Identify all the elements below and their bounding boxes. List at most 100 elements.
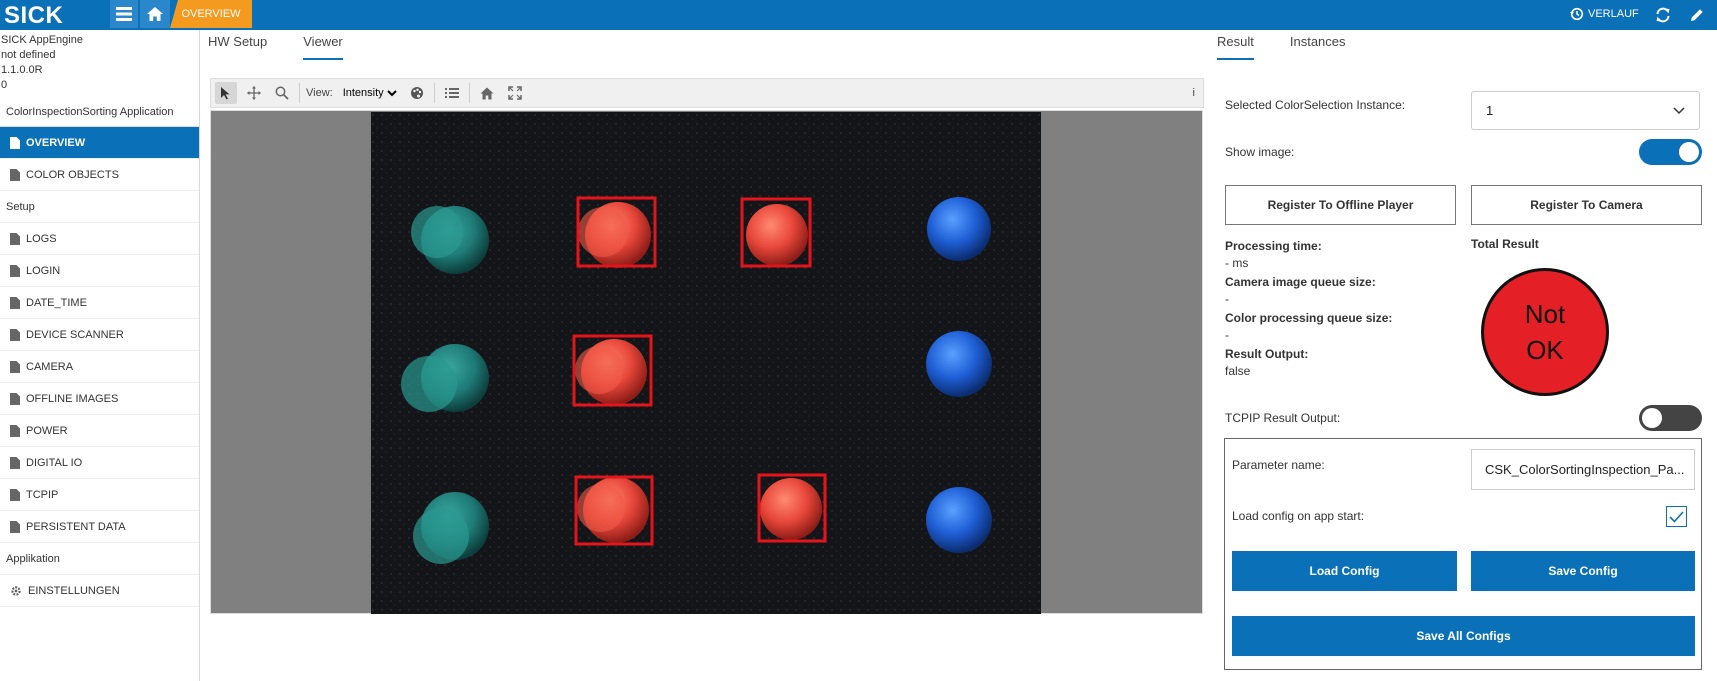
- total-result-label: Total Result: [1471, 237, 1539, 251]
- history-button[interactable]: VERLAUF: [1570, 7, 1639, 21]
- load-on-start-checkbox[interactable]: [1666, 506, 1687, 527]
- menu-button[interactable]: [110, 0, 138, 28]
- sidebar-item-label: EINSTELLUNGEN: [28, 584, 120, 597]
- tab-hw-setup[interactable]: HW Setup: [208, 34, 267, 60]
- blue-pin: [926, 487, 992, 553]
- sidebar-item-label: TCPIP: [26, 488, 59, 501]
- sidebar-item-label: DATE_TIME: [26, 296, 87, 309]
- document-icon: [10, 360, 20, 373]
- select-tool-button[interactable]: [215, 82, 237, 104]
- load-config-button[interactable]: Load Config: [1232, 551, 1457, 591]
- sidebar-item-login[interactable]: LOGIN: [0, 255, 199, 287]
- sidebar-item-color-objects[interactable]: COLOR OBJECTS: [0, 159, 199, 191]
- sidebar-section-setup: Setup: [0, 191, 199, 223]
- home-button[interactable]: [140, 0, 170, 28]
- app-info: SICK AppEngine not defined 1.1.0.0R 0: [0, 30, 199, 93]
- tab-result[interactable]: Result: [1217, 34, 1254, 60]
- sidebar-item-label: DEVICE SCANNER: [26, 328, 124, 341]
- tcpip-output-toggle[interactable]: [1639, 405, 1702, 431]
- show-image-toggle[interactable]: [1639, 139, 1702, 165]
- view-label: View:: [306, 87, 333, 99]
- sidebar-item-power[interactable]: POWER: [0, 415, 199, 447]
- save-all-configs-button[interactable]: Save All Configs: [1232, 616, 1695, 656]
- magnifier-icon: [275, 86, 289, 100]
- sidebar-section-applikation: Applikation: [0, 543, 199, 575]
- sidebar-item-label: LOGIN: [26, 264, 61, 277]
- document-icon: [10, 520, 20, 533]
- sidebar-item-label: LOGS: [26, 232, 57, 245]
- sidebar-item-digital-io[interactable]: DIGITAL IO: [0, 447, 199, 479]
- toggle-knob: [1679, 142, 1699, 162]
- sidebar-item-einstellungen[interactable]: EINSTELLUNGEN: [0, 575, 199, 607]
- sidebar-item-label: OFFLINE IMAGES: [26, 392, 119, 405]
- image-viewer[interactable]: [210, 110, 1203, 614]
- app-engine-name: SICK AppEngine: [1, 34, 83, 46]
- tab-instances[interactable]: Instances: [1290, 34, 1346, 60]
- sidebar-app-title: ColorInspectionSorting Application: [0, 98, 199, 127]
- save-config-button[interactable]: Save Config: [1471, 551, 1695, 591]
- sidebar-item-date-time[interactable]: DATE_TIME: [0, 287, 199, 319]
- document-icon: [10, 136, 20, 149]
- home-icon: [147, 7, 163, 21]
- total-result-line1: Not: [1524, 299, 1566, 329]
- result-output-value: false: [1225, 364, 1251, 378]
- checkmark-icon: [1669, 510, 1684, 523]
- viewer-tabs: HW Setup Viewer: [208, 34, 343, 60]
- sidebar-item-label: OVERVIEW: [26, 136, 86, 149]
- sidebar-item-offline-images[interactable]: OFFLINE IMAGES: [0, 383, 199, 415]
- toolbar-divider: [468, 83, 470, 103]
- sidebar-item-label: POWER: [26, 424, 68, 437]
- fullscreen-button[interactable]: [504, 82, 526, 104]
- toolbar-divider: [433, 83, 435, 103]
- info-icon[interactable]: i: [1193, 87, 1195, 99]
- parameter-name-input[interactable]: CSK_ColorSortingInspection_Pa...: [1471, 449, 1695, 490]
- camera-image-scene: [371, 112, 1041, 614]
- sidebar-item-overview[interactable]: OVERVIEW: [0, 127, 199, 159]
- history-label: VERLAUF: [1588, 8, 1639, 20]
- sidebar-item-persistent-data[interactable]: PERSISTENT DATA: [0, 511, 199, 543]
- reset-view-button[interactable]: [476, 82, 498, 104]
- tcpip-output-label: TCPIP Result Output:: [1225, 411, 1341, 425]
- processing-time-label: Processing time:: [1225, 239, 1322, 253]
- instance-select-value: 1: [1486, 103, 1494, 118]
- camera-queue-label: Camera image queue size:: [1225, 275, 1376, 289]
- document-icon: [10, 168, 20, 181]
- parameter-name-label: Parameter name:: [1232, 458, 1325, 472]
- result-output-label: Result Output:: [1225, 347, 1309, 361]
- app-engine-version: 1.1.0.0R: [1, 64, 43, 76]
- palette-button[interactable]: [406, 82, 428, 104]
- document-icon: [10, 424, 20, 437]
- expand-icon: [507, 86, 522, 100]
- color-queue-value: -: [1225, 328, 1229, 342]
- load-on-start-label: Load config on app start:: [1232, 509, 1365, 523]
- register-camera-button[interactable]: Register To Camera: [1471, 185, 1702, 225]
- sidebar-item-label: PERSISTENT DATA: [26, 520, 126, 533]
- sidebar-item-logs[interactable]: LOGS: [0, 223, 199, 255]
- color-queue-label: Color processing queue size:: [1225, 311, 1393, 325]
- camera-queue-value: -: [1225, 292, 1229, 306]
- app-engine-status: not defined: [1, 49, 56, 61]
- register-offline-player-button[interactable]: Register To Offline Player: [1225, 185, 1456, 225]
- palette-icon: [410, 87, 423, 99]
- refresh-icon[interactable]: [1654, 6, 1672, 24]
- result-tabs: Result Instances: [1217, 34, 1346, 60]
- document-icon: [10, 392, 20, 405]
- pan-tool-button[interactable]: [243, 82, 265, 104]
- move-icon: [247, 86, 261, 100]
- tab-viewer[interactable]: Viewer: [303, 34, 343, 60]
- list-button[interactable]: [441, 82, 463, 104]
- sidebar-item-camera[interactable]: CAMERA: [0, 351, 199, 383]
- view-mode-select[interactable]: Intensity: [338, 86, 400, 100]
- sidebar-item-tcpip[interactable]: TCPIP: [0, 479, 199, 511]
- zoom-tool-button[interactable]: [271, 82, 293, 104]
- viewer-toolbar: View: Intensity i: [210, 78, 1204, 108]
- sidebar-item-device-scanner[interactable]: DEVICE SCANNER: [0, 319, 199, 351]
- chevron-down-icon: [1673, 106, 1685, 114]
- instance-label: Selected ColorSelection Instance:: [1225, 98, 1406, 112]
- breadcrumb-overview[interactable]: OVERVIEW: [170, 0, 252, 28]
- document-icon: [10, 328, 20, 341]
- sidebar-item-label: COLOR OBJECTS: [26, 168, 119, 181]
- instance-select[interactable]: 1: [1471, 91, 1700, 130]
- document-icon: [10, 232, 20, 245]
- edit-icon[interactable]: [1688, 6, 1706, 24]
